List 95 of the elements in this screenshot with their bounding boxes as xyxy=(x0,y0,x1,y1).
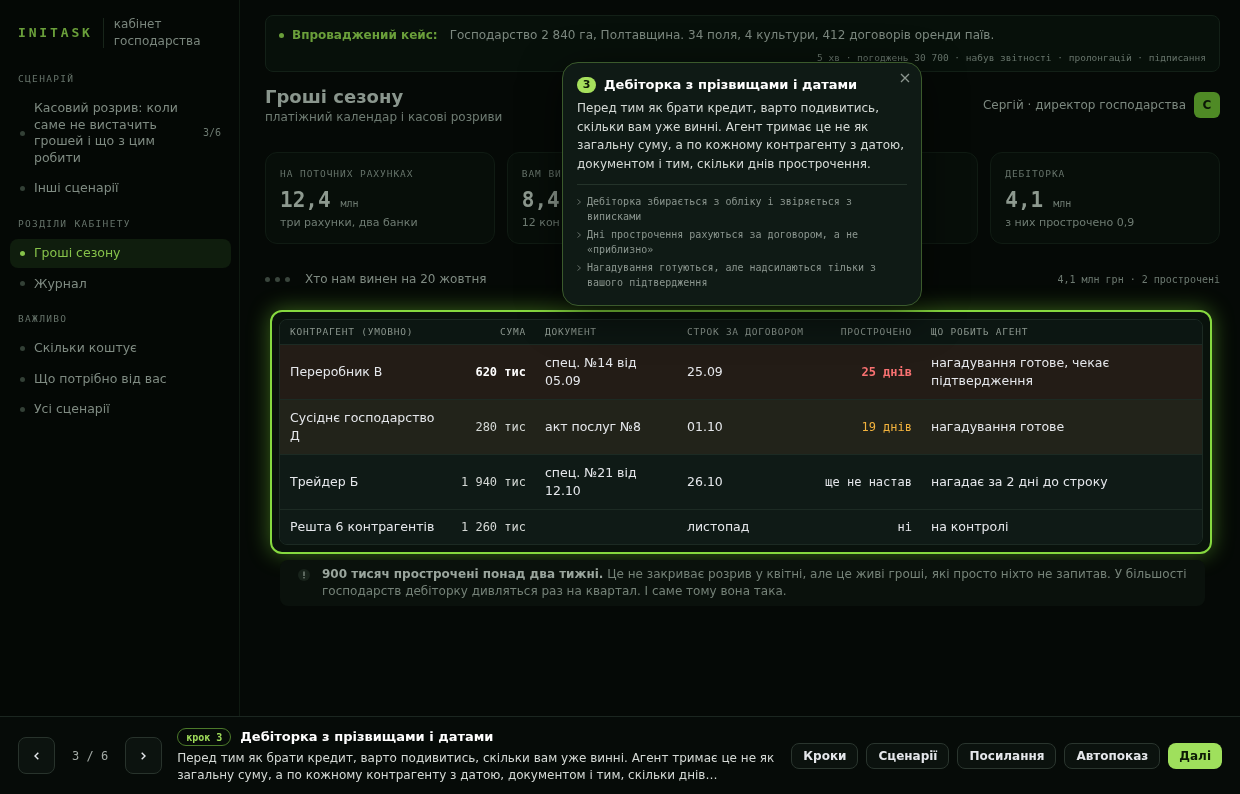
chevron-icon xyxy=(577,198,581,205)
sidebar-item[interactable]: Гроші сезону xyxy=(10,239,231,268)
sidebar-item[interactable]: Касовий розрив: коли саме не вистачить грошей і що з цим робити 3/6 xyxy=(10,94,231,173)
stat-value: 4,1 xyxy=(1005,187,1044,213)
case-label: Впроваджений кейс: xyxy=(292,27,438,44)
chevron-icon xyxy=(577,231,581,238)
stat-label: НА ПОТОЧНИХ РАХУНКАХ xyxy=(280,167,414,181)
dot-icon xyxy=(275,276,280,282)
table-cell: листопад xyxy=(687,518,750,536)
table-cell: Переробник В xyxy=(290,363,383,381)
tour-button[interactable]: Далі xyxy=(1168,742,1222,769)
step-title: Дебіторка з прізвищами і датами xyxy=(240,728,494,747)
sidebar-item[interactable]: Інші сценарії xyxy=(10,174,231,203)
column-header: ДОКУМЕНТ xyxy=(545,325,597,339)
sidebar-item[interactable]: Що потрібно від вас xyxy=(10,364,231,394)
table-cell: Трейдер Б xyxy=(290,473,359,491)
tour-button[interactable]: Сценарії xyxy=(866,742,950,769)
tour-button[interactable]: Автопоказ xyxy=(1064,742,1161,769)
table-cell-text: 1 260 тис xyxy=(460,519,526,536)
tour-button[interactable]: Посилання xyxy=(957,742,1057,769)
logo-caption: кабінет господарства xyxy=(113,16,202,50)
popover-point: Дебіторка збирається з обліку і звіряється з виписками xyxy=(587,194,853,225)
logo: INITASK xyxy=(18,24,93,43)
step-description: Перед тим як брати кредит, варто подивитись, скільки вам уже винні. Агент тримає це не як загальну суму, а по кожному контрагенту з датою, документом і тим, скільки днів… xyxy=(177,749,776,784)
step-counter: 3 / 6 xyxy=(72,747,109,765)
stat-label: ДЕБІТОРКА xyxy=(1005,167,1066,181)
dot-icon xyxy=(20,130,25,136)
table-cell-text: 1 940 тис xyxy=(460,474,526,491)
chevron-right-icon[interactable] xyxy=(141,751,147,760)
column-header: ЩО РОБИТЬ АГЕНТ xyxy=(931,325,1029,339)
column-header: СУМА xyxy=(500,325,526,339)
column-header: КОНТРАГЕНТ (УМОВНО) xyxy=(290,325,414,339)
popover-text: Перед тим як брати кредит, варто подивитись, скільки вам уже винні. Агент тримає це не як загальну суму, а по кожному контрагенту з датою, документом і тим, скільки днів прострочення. xyxy=(577,100,906,174)
dot-icon xyxy=(20,186,25,191)
stat-note: три рахунки, два банки xyxy=(280,215,418,231)
close-icon[interactable] xyxy=(900,73,910,83)
table-cell: нагадування готове xyxy=(931,418,1065,436)
step-count: 3/6 xyxy=(202,126,221,140)
table-cell-text: спец. №14 від 05.09 xyxy=(545,354,638,390)
table-cell: на контролі xyxy=(931,518,1009,536)
column-header: ПРОСТРОЧЕНО xyxy=(840,325,912,339)
stat-note: з них прострочено 0,9 xyxy=(1005,215,1135,231)
table-cell-text: Сусіднє господарство Д xyxy=(290,409,436,445)
note-text: 900 тисяч прострочені понад два тижні. Це не закриває розрив у квітні, але це живі гроші, які просто ніхто не запитав. У більшості господарств дебіторку дивляться раз на квартал. І саме тому вона така. xyxy=(322,566,1187,600)
stat-unit: млн xyxy=(1053,197,1072,211)
table-cell: 01.10 xyxy=(687,418,723,436)
chevron-left-icon[interactable] xyxy=(34,751,39,760)
dot-icon xyxy=(285,276,290,282)
table-cell-text: спец. №21 від 12.10 xyxy=(545,464,638,500)
table-cell: нагадає за 2 дні до строку xyxy=(931,473,1108,491)
section-title: ВАЖЛИВО xyxy=(17,312,68,326)
dot-icon xyxy=(20,407,25,412)
dot-icon xyxy=(20,346,25,351)
table-cell-text: 25 днів xyxy=(861,364,912,381)
table-cell: акт послуг №8 xyxy=(545,418,642,436)
case-meta: 5 хв · погоджень 30 700 · набув звітності · пролонгацій · підписання xyxy=(817,51,1206,65)
sidebar-item[interactable]: Усі сценарії xyxy=(10,395,231,424)
case-text: Господарство 2 840 га, Полтавщина. 34 поля, 4 культури, 412 договорів оренди паїв. xyxy=(449,27,995,44)
table-cell-text: 280 тис xyxy=(475,419,526,436)
status-dot-icon xyxy=(279,32,284,38)
popover-point: Дні прострочення рахуються за договором, а не «приблизно» xyxy=(587,227,859,258)
popover-title: Дебіторка з прізвищами і датами xyxy=(604,76,858,94)
table-cell-text: ні xyxy=(897,519,912,536)
tour-button[interactable]: Кроки xyxy=(791,742,859,769)
section-title: Хто нам винен на 20 жовтня xyxy=(305,271,487,288)
stat-note: 12 кон xyxy=(521,215,560,231)
warning-icon xyxy=(298,569,310,581)
page-subtitle: платіжний календар і касові розриви xyxy=(265,109,503,125)
section-summary: 4,1 млн грн · 2 прострочені xyxy=(1057,272,1220,287)
table-cell-text: 620 тис xyxy=(475,364,526,381)
sidebar-item[interactable]: Журнал xyxy=(10,269,231,298)
column-header: СТРОК ЗА ДОГОВОРОМ xyxy=(687,325,804,339)
chevron-icon xyxy=(577,264,581,271)
dot-icon xyxy=(20,376,25,382)
table-cell-text: ще не настав xyxy=(825,474,912,491)
popover-point: Нагадування готуються, але надсилаються тільки з вашого підтвердження xyxy=(587,260,877,291)
section-title: РОЗДІЛИ КАБІНЕТУ xyxy=(17,216,131,231)
sidebar-item[interactable]: Скільки коштує xyxy=(10,334,231,363)
stat-value: 12,4 xyxy=(280,187,331,213)
dot-icon xyxy=(20,250,25,256)
user-avatar: С xyxy=(1194,92,1220,118)
table-cell-text: нагадування готове, чекає підтвердження xyxy=(931,354,1111,390)
dot-icon xyxy=(20,281,25,287)
step-badge: 3 xyxy=(577,77,596,93)
stat-label: ВАМ ВИ xyxy=(521,167,562,181)
table-cell: Решта 6 контрагентів xyxy=(290,518,435,536)
section-title: СЦЕНАРІЙ xyxy=(17,72,75,86)
user-name: Сергій · директор господарства xyxy=(982,97,1186,114)
stat-value: 8,4 xyxy=(521,187,560,213)
table-cell: 26.10 xyxy=(687,473,723,491)
table-cell-text: 19 днів xyxy=(861,419,912,436)
page-title: Гроші сезону xyxy=(265,85,404,109)
dot-icon xyxy=(265,276,270,282)
table-cell: 25.09 xyxy=(687,363,723,381)
stat-unit: млн xyxy=(340,197,359,211)
